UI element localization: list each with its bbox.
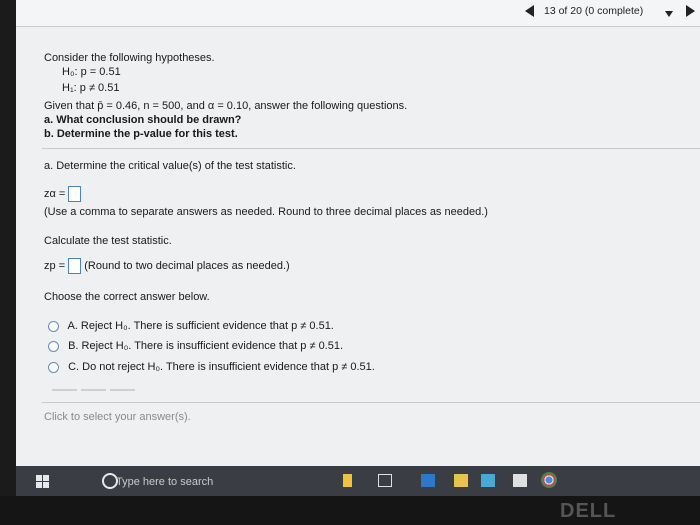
dell-logo: DELL bbox=[560, 500, 617, 522]
choose-label: Choose the correct answer below. bbox=[44, 291, 210, 303]
rounding-hint: (Use a comma to separate answers as need… bbox=[44, 206, 488, 218]
chrome-icon[interactable] bbox=[541, 472, 557, 488]
zp-row: zp = (Round to two decimal places as nee… bbox=[44, 258, 290, 274]
next-question-button[interactable] bbox=[686, 5, 695, 17]
mail-icon[interactable] bbox=[513, 474, 527, 487]
option-b-letter: B. bbox=[68, 340, 79, 352]
option-b-text: Reject H₀. There is insufficient evidenc… bbox=[81, 340, 344, 352]
option-c-text: Do not reject H₀. There is insufficient … bbox=[82, 361, 375, 373]
file-explorer-icon[interactable] bbox=[454, 474, 468, 487]
part-a-question: a. What conclusion should be drawn? bbox=[44, 114, 242, 126]
part-b-question: b. Determine the p-value for this test. bbox=[44, 128, 238, 140]
mic-icon[interactable] bbox=[343, 474, 352, 487]
click-prompt: Click to select your answer(s). bbox=[44, 411, 191, 423]
given-values: Given that p̄ = 0.46, n = 500, and α = 0… bbox=[44, 100, 408, 112]
option-c[interactable]: C. Do not reject H₀. There is insufficie… bbox=[48, 361, 375, 373]
alternative-hypothesis: H₁: p ≠ 0.51 bbox=[62, 82, 120, 94]
radio-b[interactable] bbox=[48, 340, 59, 352]
divider bbox=[42, 148, 700, 149]
section-a-heading: a. Determine the critical value(s) of th… bbox=[44, 160, 296, 172]
option-a[interactable]: A. Reject H₀. There is sufficient eviden… bbox=[48, 320, 334, 332]
zp-label: zp = bbox=[44, 259, 66, 272]
radio-c[interactable] bbox=[48, 361, 59, 373]
null-hypothesis: H₀: p = 0.51 bbox=[62, 66, 121, 78]
scroll-dot bbox=[110, 389, 135, 391]
z-alpha-input[interactable] bbox=[68, 186, 82, 202]
z-alpha-row: zα = bbox=[44, 186, 82, 202]
option-c-letter: C. bbox=[68, 361, 80, 373]
scroll-indicator bbox=[52, 382, 139, 394]
edge-browser-icon[interactable] bbox=[421, 474, 435, 487]
task-view-icon[interactable] bbox=[378, 474, 392, 487]
calculate-label: Calculate the test statistic. bbox=[44, 235, 172, 247]
screen: 13 of 20 (0 complete) Consider the follo… bbox=[16, 0, 700, 478]
z-alpha-label: zα = bbox=[44, 187, 66, 200]
scroll-dot bbox=[52, 389, 77, 391]
previous-question-button[interactable] bbox=[525, 5, 534, 17]
option-a-text: Reject H₀. There is sufficient evidence … bbox=[80, 320, 334, 332]
store-icon[interactable] bbox=[481, 474, 495, 487]
windows-start-icon[interactable] bbox=[36, 475, 49, 488]
radio-a[interactable] bbox=[48, 320, 59, 332]
zp-input[interactable] bbox=[68, 258, 82, 274]
question-intro: Consider the following hypotheses. bbox=[44, 52, 215, 64]
option-a-letter: A. bbox=[67, 320, 78, 332]
progress-indicator[interactable]: 13 of 20 (0 complete) bbox=[544, 5, 643, 17]
taskbar: Type here to search bbox=[16, 466, 700, 496]
divider bbox=[42, 402, 700, 403]
taskbar-search-input[interactable]: Type here to search bbox=[116, 476, 213, 488]
scroll-dot bbox=[81, 389, 106, 391]
chevron-down-icon[interactable] bbox=[665, 11, 673, 17]
zp-hint: (Round to two decimal places as needed.) bbox=[84, 259, 290, 272]
top-nav-bar: 13 of 20 (0 complete) bbox=[16, 0, 700, 27]
option-b[interactable]: B. Reject H₀. There is insufficient evid… bbox=[48, 340, 343, 352]
